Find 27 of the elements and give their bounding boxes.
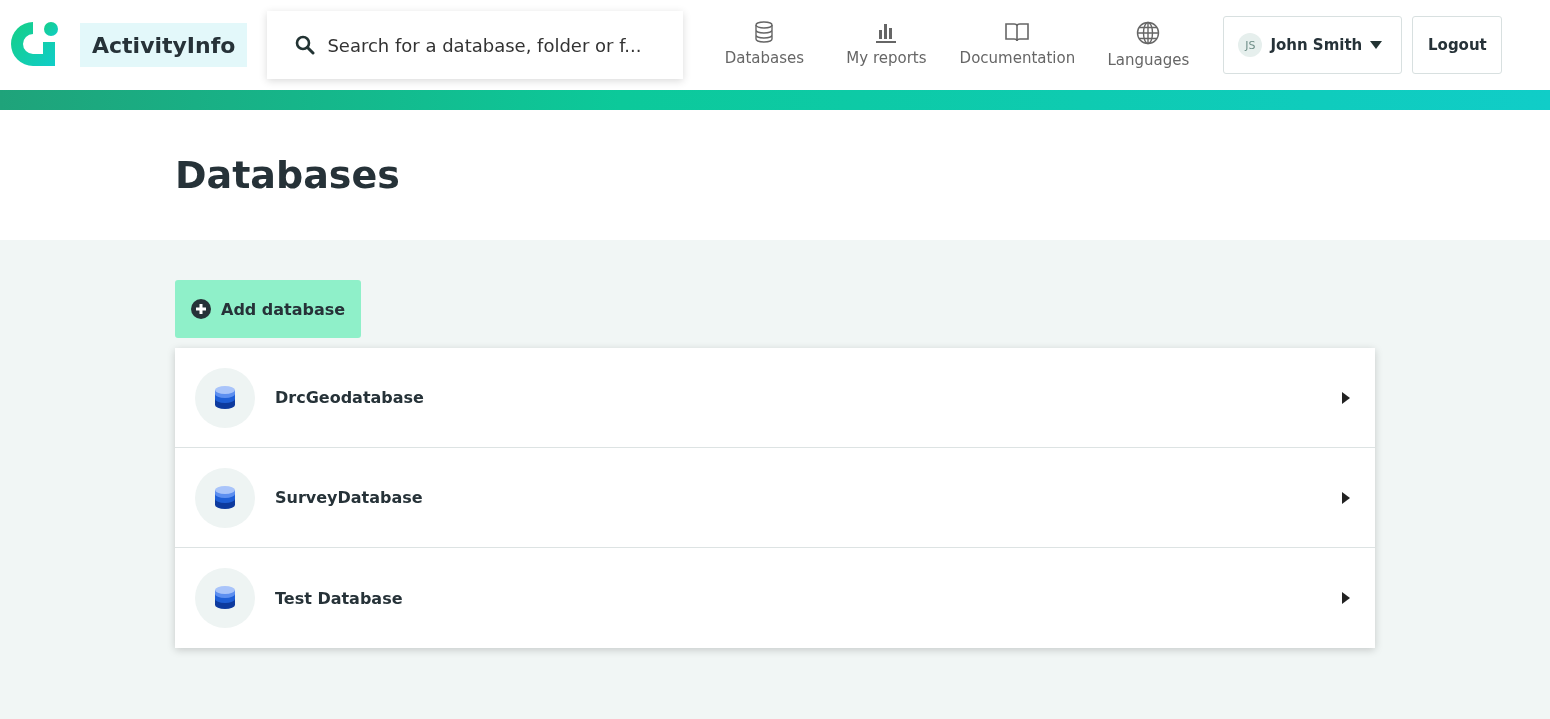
database-icon <box>754 21 775 43</box>
bar-chart-icon <box>875 21 898 43</box>
database-row[interactable]: DrcGeodatabase <box>175 348 1375 448</box>
logout-button[interactable]: Logout <box>1412 16 1503 74</box>
nav-link[interactable]: Databases <box>703 21 826 69</box>
caret-right-icon <box>1342 491 1350 504</box>
database-name: SurveyDatabase <box>275 488 424 507</box>
caret-right-icon <box>1342 391 1350 404</box>
search-icon <box>295 35 316 55</box>
book-icon <box>1004 21 1031 43</box>
database-row[interactable]: SurveyDatabase <box>175 448 1375 548</box>
add-database-button[interactable]: Add database <box>175 280 362 338</box>
nav-link[interactable]: Languages <box>1087 21 1210 69</box>
avatar: JS <box>1238 33 1263 57</box>
brand-name[interactable]: ActivityInfo <box>80 23 248 67</box>
database-name: Test Database <box>275 588 404 608</box>
search-field[interactable]: Search for a database, folder or f... <box>267 11 684 79</box>
caret-icon <box>1370 41 1383 49</box>
database-row[interactable]: Test Database <box>175 548 1375 648</box>
globe-icon <box>1136 21 1161 45</box>
plus-circle-icon <box>191 299 211 319</box>
user-menu-button[interactable]: JS John Smith <box>1223 16 1403 74</box>
nav-link[interactable]: Documentation <box>947 21 1088 69</box>
page-title: Databases <box>175 153 400 197</box>
nav-link[interactable]: My reports <box>825 21 948 69</box>
database-name: DrcGeodatabase <box>275 388 425 407</box>
caret-right-icon <box>1342 592 1350 604</box>
